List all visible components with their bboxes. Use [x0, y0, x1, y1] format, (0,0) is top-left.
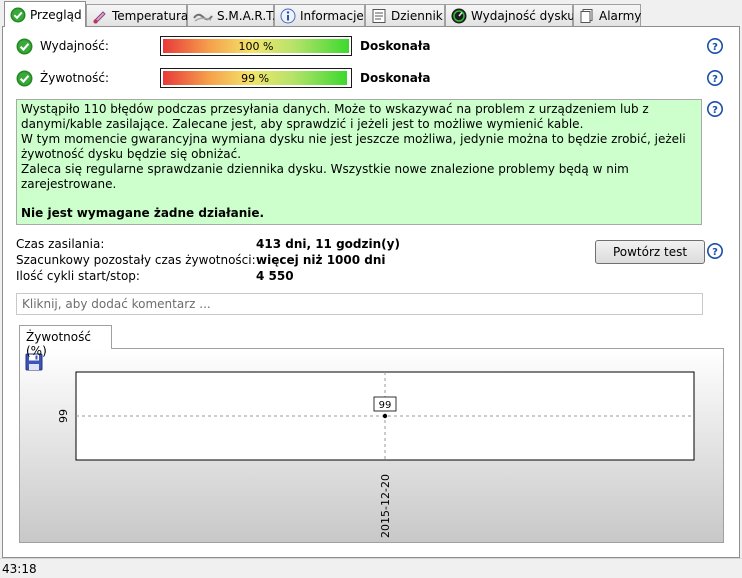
- gauge-icon: [451, 8, 467, 23]
- svg-text:?: ?: [712, 74, 718, 85]
- alarm-icon: [580, 8, 593, 23]
- performance-bar: 100 %: [160, 36, 352, 56]
- start-stop-value: 4 550: [256, 269, 294, 283]
- message-line: Wystąpiło 110 błędów podczas przesyłania…: [21, 102, 649, 131]
- health-chart: 99 2015-12-20 99: [57, 371, 695, 538]
- power-on-label: Czas zasilania:: [16, 237, 105, 251]
- tab-smart[interactable]: S.M.A.R.T.: [187, 4, 276, 26]
- tab-overview[interactable]: Przegląd: [4, 1, 86, 27]
- x-tick-label: 2015-12-20: [379, 474, 392, 538]
- tab-label: Informacje: [300, 8, 364, 23]
- comment-field[interactable]: Kliknij, aby dodać komentarz ...: [16, 293, 703, 315]
- retest-button[interactable]: Powtórz test: [595, 240, 705, 264]
- help-icon[interactable]: ?: [707, 70, 723, 86]
- health-value: 99 %: [241, 71, 270, 85]
- tab-label: S.M.A.R.T.: [217, 8, 276, 23]
- health-bar-fill: 99 %: [163, 71, 348, 85]
- tab-information[interactable]: Informacje: [274, 4, 365, 26]
- log-icon: [372, 8, 386, 23]
- tab-alarms[interactable]: Alarmy: [573, 4, 641, 26]
- power-on-value: 413 dni, 11 godzin(y): [256, 237, 400, 251]
- tab-health-chart[interactable]: Żywotność (%): [19, 325, 112, 358]
- smart-icon: [193, 13, 213, 22]
- performance-value: 100 %: [238, 39, 274, 53]
- tab-temperature[interactable]: Temperatura: [86, 4, 189, 26]
- health-label: Żywotność:: [40, 71, 110, 85]
- health-bar: 99 %: [160, 68, 352, 88]
- tab-label: Przegląd: [30, 7, 82, 22]
- status-text: 43:18: [2, 562, 37, 576]
- health-chart-area: 99 2015-12-20 99: [19, 348, 724, 543]
- message-line: Zaleca się regularne sprawdzanie dzienni…: [21, 162, 629, 191]
- check-circle-icon: [10, 7, 26, 22]
- help-icon[interactable]: ?: [707, 243, 723, 259]
- check-circle-icon: [16, 38, 33, 55]
- svg-text:?: ?: [712, 105, 718, 116]
- tab-label: Wydajność dysku: [471, 8, 575, 23]
- tab-label: Dziennik: [391, 8, 443, 23]
- check-circle-icon: [16, 70, 33, 87]
- y-tick-label: 99: [57, 409, 70, 423]
- lifetime-label: Szacunkowy pozostały czas żywotności:: [16, 253, 256, 267]
- help-icon[interactable]: ?: [707, 38, 723, 54]
- data-label: 99: [379, 400, 392, 411]
- svg-text:?: ?: [712, 247, 718, 258]
- tab-label: Alarmy: [599, 8, 642, 23]
- performance-label: Wydajność:: [40, 39, 109, 53]
- performance-rating: Doskonała: [360, 39, 431, 53]
- tab-log[interactable]: Dziennik: [365, 4, 445, 26]
- thermometer-icon: [93, 10, 106, 24]
- start-stop-label: Ilość cykli start/stop:: [16, 269, 140, 283]
- lifetime-value: więcej niż 1000 dni: [256, 253, 386, 267]
- message-conclusion: Nie jest wymagane żadne działanie.: [21, 206, 265, 220]
- data-point: [382, 413, 388, 419]
- tab-label: Temperatura: [112, 8, 189, 23]
- status-bar: 43:18: [0, 558, 742, 578]
- tab-disk-performance[interactable]: Wydajność dysku: [445, 4, 575, 26]
- tab-bar: Przegląd Temperatura S.M.A.R.T. Informac…: [0, 0, 742, 27]
- svg-text:?: ?: [712, 42, 718, 53]
- info-icon: [280, 8, 296, 23]
- performance-bar-fill: 100 %: [163, 39, 349, 53]
- overview-panel: Wydajność: 100 % Doskonała ? Żywotność: …: [2, 26, 740, 558]
- help-icon[interactable]: ?: [707, 101, 723, 117]
- health-rating: Doskonała: [360, 71, 431, 85]
- message-line: W tym momencie gwarancyjna wymiana dysku…: [21, 132, 686, 161]
- status-message: Wystąpiło 110 błędów podczas przesyłania…: [16, 99, 702, 225]
